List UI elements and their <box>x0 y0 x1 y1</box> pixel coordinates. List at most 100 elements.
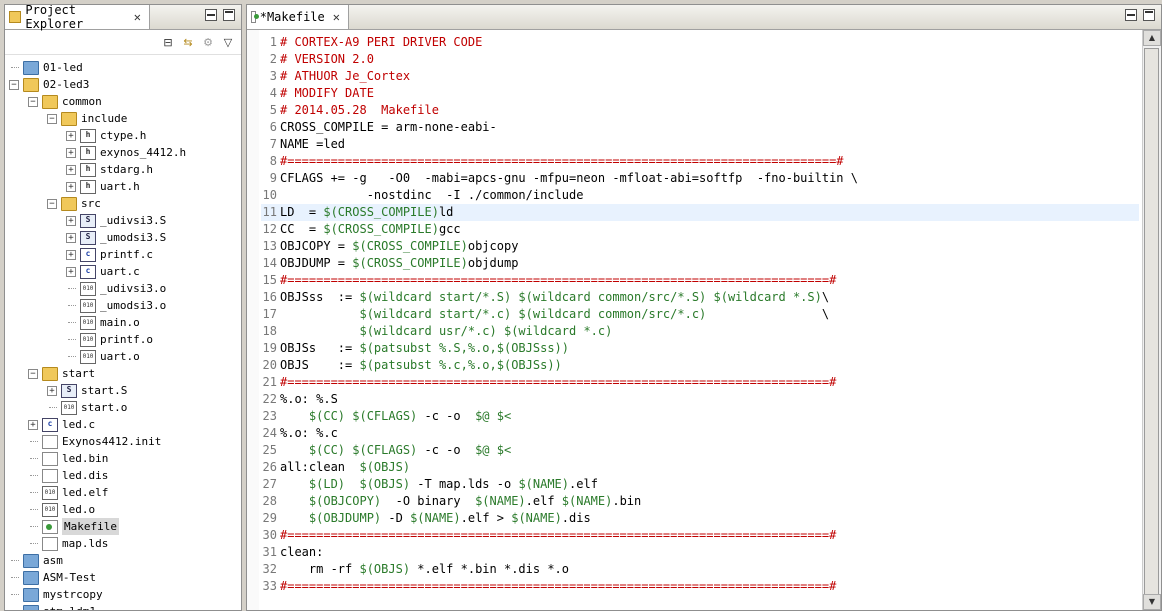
expand-icon[interactable]: + <box>66 216 76 226</box>
expand-icon[interactable]: + <box>66 250 76 260</box>
code-line[interactable]: 16 OBJSss := $(wildcard start/*.S) $(wild… <box>261 289 1139 306</box>
code-line[interactable]: 5 # 2014.05.28 Makefile <box>261 102 1139 119</box>
code-line[interactable]: 3 # ATHUOR Je_Cortex <box>261 68 1139 85</box>
code-line[interactable]: 2 # VERSION 2.0 <box>261 51 1139 68</box>
tree-item[interactable]: + h stdarg.h <box>5 161 241 178</box>
code-line[interactable]: 23 $(CC) $(CFLAGS) -c -o $@ $< <box>261 408 1139 425</box>
expand-icon[interactable]: + <box>66 233 76 243</box>
code-line[interactable]: 13 OBJCOPY = $(CROSS_COMPILE)objcopy <box>261 238 1139 255</box>
tree-item[interactable]: − 02-led3 <box>5 76 241 93</box>
tree-item[interactable]: 010 led.elf <box>5 484 241 501</box>
code-line[interactable]: 28 $(OBJCOPY) -O binary $(NAME).elf $(NA… <box>261 493 1139 510</box>
tree-item[interactable]: Exynos4412.init <box>5 433 241 450</box>
code-line[interactable]: 8 #======================================… <box>261 153 1139 170</box>
code-line[interactable]: 32 rm -rf $(OBJS) *.elf *.bin *.dis *.o <box>261 561 1139 578</box>
filter-icon[interactable]: ⚙ <box>201 35 215 49</box>
code-line[interactable]: 20 OBJS := $(patsubst %.c,%.o,$(OBJSs)) <box>261 357 1139 374</box>
expand-icon[interactable]: + <box>66 148 76 158</box>
maximize-button[interactable] <box>223 9 235 21</box>
tree-item[interactable]: 010 uart.o <box>5 348 241 365</box>
scroll-down-arrow-icon[interactable]: ▼ <box>1143 594 1161 610</box>
tree-item[interactable]: ASM-Test <box>5 569 241 586</box>
tree-item[interactable]: led.dis <box>5 467 241 484</box>
tree-item[interactable]: 01-led <box>5 59 241 76</box>
scrollbar-thumb[interactable] <box>1144 48 1159 603</box>
tree-item[interactable]: 010 start.o <box>5 399 241 416</box>
code-line[interactable]: 30 #=====================================… <box>261 527 1139 544</box>
expand-icon[interactable]: + <box>28 420 38 430</box>
tree-item[interactable]: led.bin <box>5 450 241 467</box>
code-line[interactable]: 12 CC = $(CROSS_COMPILE)gcc <box>261 221 1139 238</box>
tab-makefile[interactable]: *Makefile ✕ <box>247 5 349 29</box>
tree-item[interactable]: stm_ldm1 <box>5 603 241 610</box>
expand-icon[interactable]: + <box>47 386 57 396</box>
tree-item[interactable]: 010 _udivsi3.o <box>5 280 241 297</box>
tree-item[interactable]: − common <box>5 93 241 110</box>
view-menu-icon[interactable]: ▽ <box>221 35 235 49</box>
code-line[interactable]: 15 #=====================================… <box>261 272 1139 289</box>
tree-item[interactable]: + h exynos_4412.h <box>5 144 241 161</box>
collapse-icon[interactable]: − <box>9 80 19 90</box>
tree-item[interactable]: 010 main.o <box>5 314 241 331</box>
scroll-up-arrow-icon[interactable]: ▲ <box>1143 30 1161 46</box>
tree-item[interactable]: 010 printf.o <box>5 331 241 348</box>
code-line[interactable]: 27 $(LD) $(OBJS) -T map.lds -o $(NAME).e… <box>261 476 1139 493</box>
code-line[interactable]: 19 OBJSs := $(patsubst %.S,%.o,$(OBJSss)) <box>261 340 1139 357</box>
code-line[interactable]: 31 clean: <box>261 544 1139 561</box>
tree-item[interactable]: Makefile <box>5 518 241 535</box>
code-line[interactable]: 6 CROSS_COMPILE = arm-none-eabi- <box>261 119 1139 136</box>
code-line[interactable]: 24 %.o: %.c <box>261 425 1139 442</box>
collapse-icon[interactable]: − <box>47 114 57 124</box>
tree-item[interactable]: mystrcopy <box>5 586 241 603</box>
code-line[interactable]: 11 LD = $(CROSS_COMPILE)ld <box>261 204 1139 221</box>
collapse-icon[interactable]: − <box>28 369 38 379</box>
code-line[interactable]: 4 # MODIFY DATE <box>261 85 1139 102</box>
tree-item[interactable]: + S _umodsi3.S <box>5 229 241 246</box>
code-line[interactable]: 1 # CORTEX-A9 PERI DRIVER CODE <box>261 34 1139 51</box>
expand-icon[interactable]: + <box>66 267 76 277</box>
code-line[interactable]: 21 #=====================================… <box>261 374 1139 391</box>
tree-item[interactable]: − src <box>5 195 241 212</box>
maximize-button[interactable] <box>1143 9 1155 21</box>
tree-item[interactable]: map.lds <box>5 535 241 552</box>
code-line[interactable]: 17 $(wildcard start/*.c) $(wildcard comm… <box>261 306 1139 323</box>
collapse-icon[interactable]: − <box>47 199 57 209</box>
tree-item[interactable]: + h uart.h <box>5 178 241 195</box>
tree-item[interactable]: asm <box>5 552 241 569</box>
tree-item-label: _umodsi3.S <box>100 231 167 244</box>
tab-project-explorer[interactable]: Project Explorer ✕ <box>5 5 150 31</box>
tree-item[interactable]: 010 _umodsi3.o <box>5 297 241 314</box>
minimize-button[interactable] <box>1125 9 1137 21</box>
tree-item[interactable]: + h ctype.h <box>5 127 241 144</box>
tree-item[interactable]: + c uart.c <box>5 263 241 280</box>
code-line[interactable]: 10 -nostdinc -I ./common/include <box>261 187 1139 204</box>
tree-item[interactable]: + c led.c <box>5 416 241 433</box>
code-line[interactable]: 18 $(wildcard usr/*.c) $(wildcard *.c) <box>261 323 1139 340</box>
code-line[interactable]: 26 all:clean $(OBJS) <box>261 459 1139 476</box>
collapse-icon[interactable]: − <box>28 97 38 107</box>
collapse-all-icon[interactable]: ⊟ <box>161 35 175 49</box>
tree-item[interactable]: − start <box>5 365 241 382</box>
tree-item[interactable]: 010 led.o <box>5 501 241 518</box>
close-icon[interactable]: ✕ <box>333 10 340 24</box>
code-line[interactable]: 14 OBJDUMP = $(CROSS_COMPILE)objdump <box>261 255 1139 272</box>
expand-icon[interactable]: + <box>66 131 76 141</box>
link-with-editor-icon[interactable]: ⇆ <box>181 35 195 49</box>
tree-item[interactable]: + c printf.c <box>5 246 241 263</box>
expand-icon[interactable]: + <box>66 182 76 192</box>
tree-item[interactable]: + Sstart.S <box>5 382 241 399</box>
tree-item[interactable]: + S _udivsi3.S <box>5 212 241 229</box>
code-line[interactable]: 29 $(OBJDUMP) -D $(NAME).elf > $(NAME).d… <box>261 510 1139 527</box>
code-line[interactable]: 9 CFLAGS += -g -O0 -mabi=apcs-gnu -mfpu=n… <box>261 170 1139 187</box>
expand-icon[interactable]: + <box>66 165 76 175</box>
code-line[interactable]: 25 $(CC) $(CFLAGS) -c -o $@ $< <box>261 442 1139 459</box>
tree-connector <box>11 594 19 595</box>
close-icon[interactable]: ✕ <box>134 10 141 24</box>
tree-item[interactable]: − include <box>5 110 241 127</box>
code-line[interactable]: 33 #=====================================… <box>261 578 1139 595</box>
code-line[interactable]: 7 NAME =led <box>261 136 1139 153</box>
code-line[interactable]: 22 %.o: %.S <box>261 391 1139 408</box>
code-editor[interactable]: 1 # CORTEX-A9 PERI DRIVER CODE 2 # VERSION … <box>261 30 1139 610</box>
vertical-scrollbar[interactable]: ▲ ▼ <box>1142 30 1161 610</box>
minimize-button[interactable] <box>205 9 217 21</box>
